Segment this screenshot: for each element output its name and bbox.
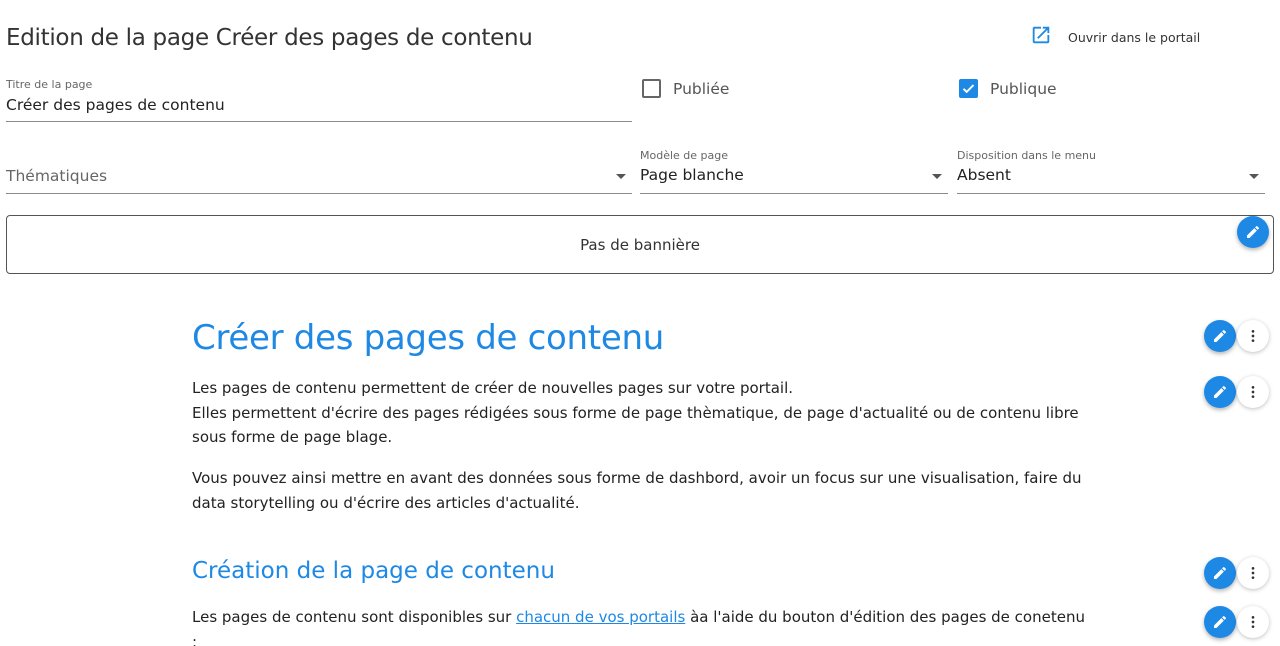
template-select[interactable]: Modèle de page Page blanche [640,149,948,194]
more-vertical-icon [1251,330,1255,342]
edit-block-button[interactable] [1204,320,1236,352]
banner-text: Pas de bannière [580,235,700,254]
edit-block-button[interactable] [1204,606,1236,638]
public-checkbox[interactable]: Publique [959,79,1057,98]
topics-select[interactable]: Thématiques [6,150,632,194]
menu-placement-select[interactable]: Disposition dans le menu Absent [957,149,1265,194]
pencil-icon [1214,385,1227,398]
content-paragraph-1: Les pages de contenu permettent de créer… [192,379,1079,446]
pencil-icon [1214,615,1227,628]
caret-down-icon [932,174,942,179]
caret-down-icon [616,174,626,179]
content-heading-1: Créer des pages de contenu [192,318,664,358]
open-in-portal-button[interactable]: Ouvrir dans le portail [1030,24,1200,50]
public-checkbox-box[interactable] [959,79,978,98]
caret-down-icon [1249,174,1259,179]
portals-link[interactable]: chacun de vos portails [516,608,685,626]
check-icon [962,84,975,94]
pencil-icon [1214,329,1227,342]
page-title: Edition de la page Créer des pages de co… [6,25,533,51]
block-menu-button[interactable] [1237,557,1269,589]
banner-placeholder: Pas de bannière [6,215,1274,274]
template-label: Modèle de page [640,149,729,162]
open-in-portal-label: Ouvrir dans le portail [1068,29,1201,45]
topics-placeholder: Thématiques [6,167,108,185]
published-label: Publiée [673,79,730,98]
pencil-icon [1214,566,1227,579]
published-checkbox-box[interactable] [642,79,661,98]
published-checkbox[interactable]: Publiée [642,79,729,98]
content-paragraph-2: Vous pouvez ainsi mettre en avant des do… [192,469,1082,512]
menu-placement-label: Disposition dans le menu [957,149,1096,162]
more-vertical-icon [1251,386,1255,398]
edit-block-button[interactable] [1204,557,1236,589]
block-menu-button[interactable] [1237,320,1269,352]
more-vertical-icon [1251,616,1255,628]
page-title-field[interactable]: Titre de la page Créer des pages de cont… [6,78,632,122]
more-vertical-icon [1251,567,1255,579]
page-title-input[interactable]: Créer des pages de contenu [6,96,225,114]
block-menu-button[interactable] [1237,606,1269,638]
page-title-field-label: Titre de la page [6,78,93,91]
public-label: Publique [990,79,1057,98]
block-menu-button[interactable] [1237,376,1269,408]
menu-placement-value: Absent [957,166,1011,184]
edit-block-button[interactable] [1204,376,1236,408]
open-in-new-icon [1030,24,1052,50]
content-heading-2: Création de la page de contenu [192,558,555,584]
content-paragraph-3: Les pages de contenu sont disponibles su… [192,608,1085,646]
pencil-icon [1247,225,1260,238]
template-value: Page blanche [640,166,744,184]
edit-banner-button[interactable] [1237,216,1269,248]
